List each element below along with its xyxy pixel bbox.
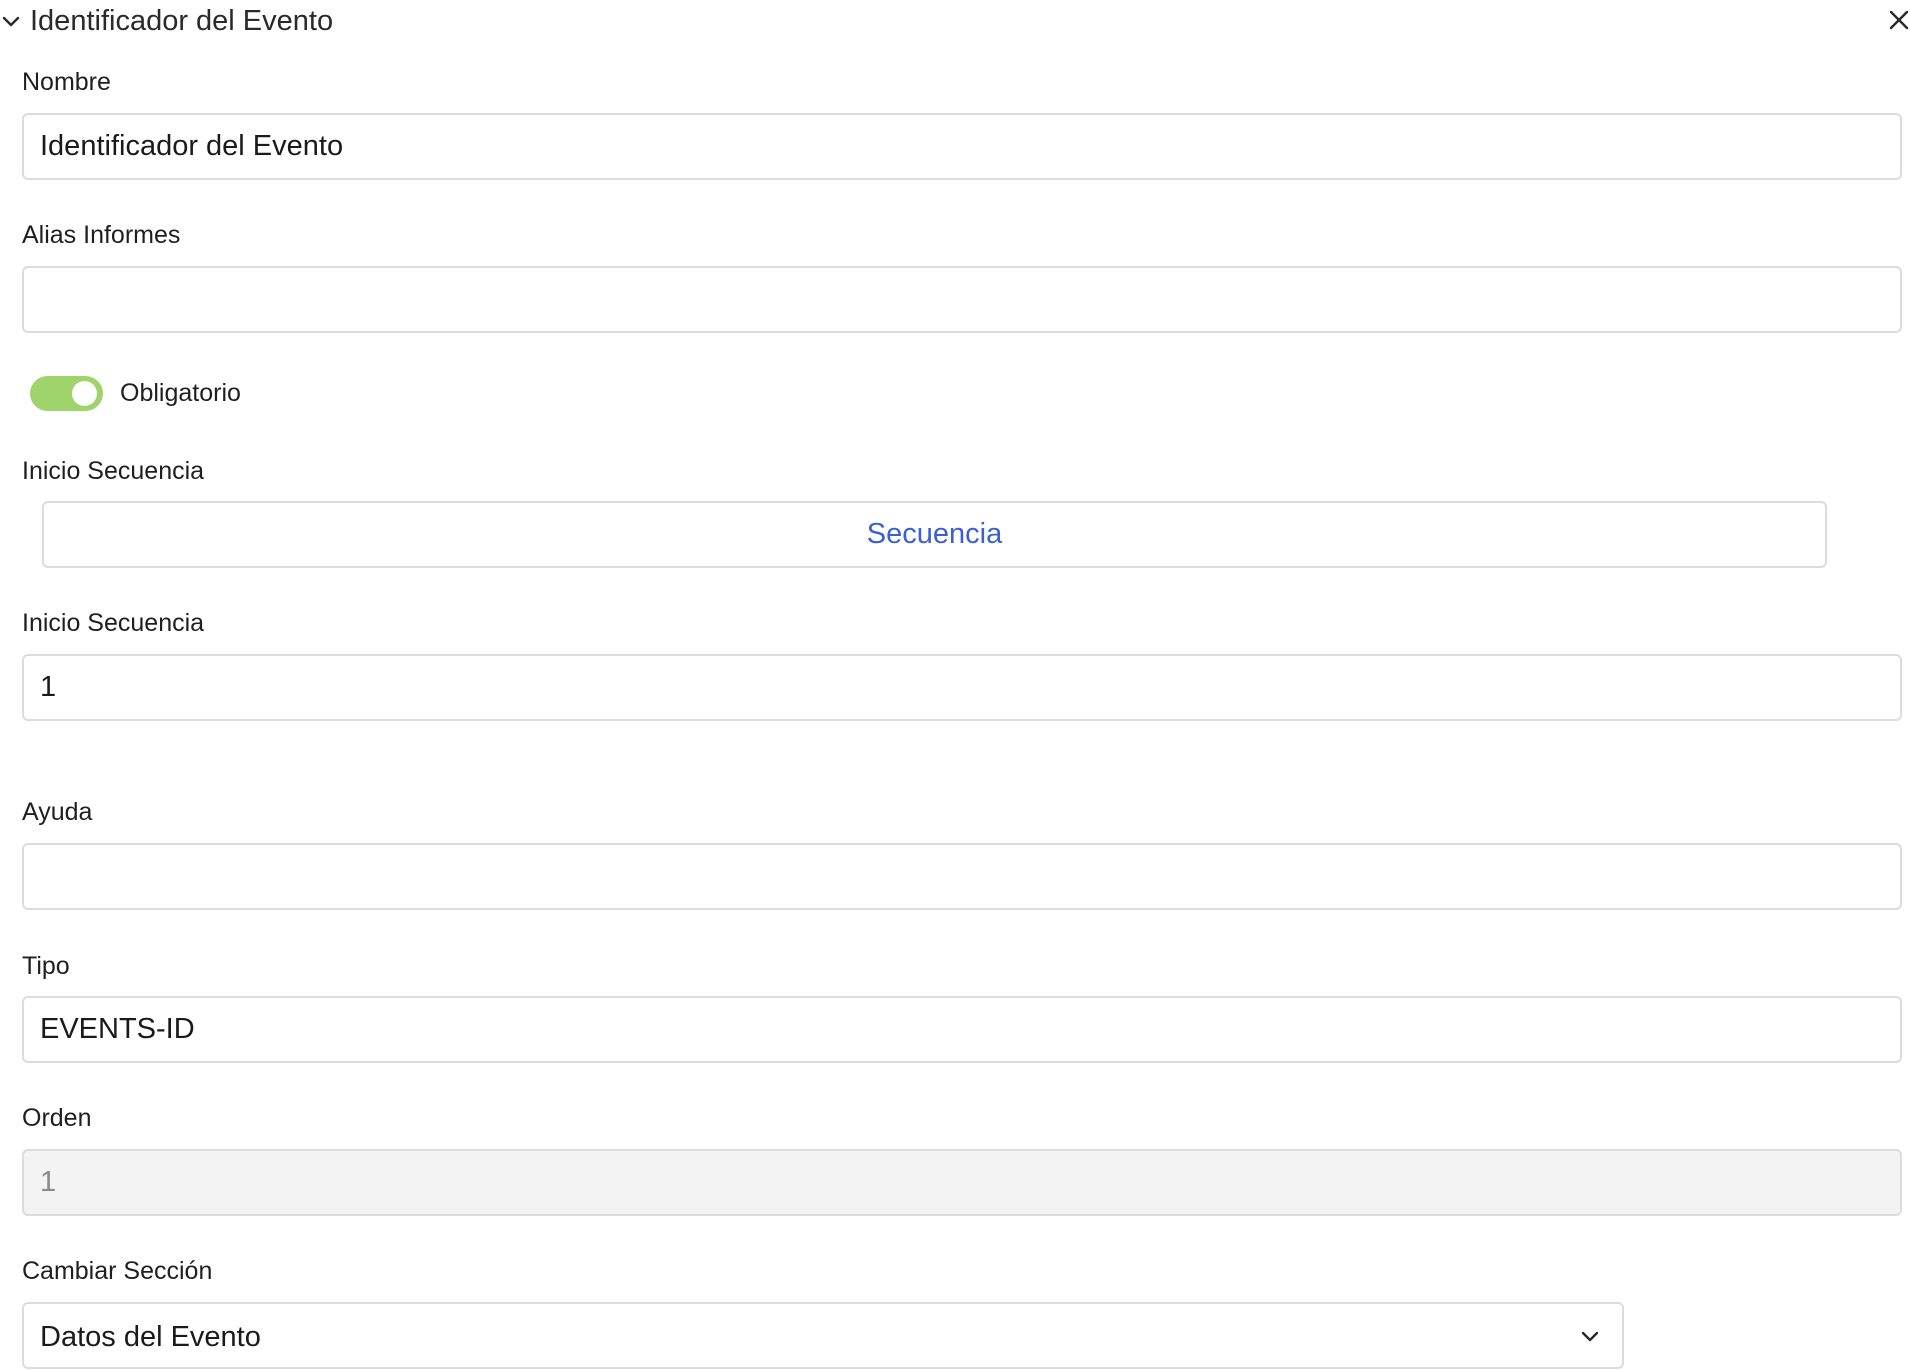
alias-informes-input[interactable] bbox=[22, 266, 1902, 333]
select-value: Datos del Evento bbox=[40, 1321, 261, 1353]
close-icon[interactable] bbox=[1889, 10, 1909, 30]
panel-header: Identificador del Evento bbox=[0, 0, 1910, 44]
ayuda-label: Ayuda bbox=[22, 798, 93, 826]
tipo-input[interactable] bbox=[22, 996, 1902, 1063]
ayuda-input[interactable] bbox=[22, 843, 1902, 910]
cambiar-seccion-select[interactable]: Datos del Evento bbox=[22, 1302, 1624, 1369]
panel-title: Identificador del Evento bbox=[30, 5, 334, 37]
toggle-knob bbox=[72, 381, 97, 406]
inicio-secuencia-label: Inicio Secuencia bbox=[22, 457, 205, 485]
obligatorio-toggle[interactable] bbox=[30, 376, 103, 411]
obligatorio-label: Obligatorio bbox=[120, 379, 241, 407]
tipo-label: Tipo bbox=[22, 952, 70, 980]
secuencia-button[interactable]: Secuencia bbox=[42, 501, 1827, 568]
nombre-label: Nombre bbox=[22, 68, 111, 96]
orden-label: Orden bbox=[22, 1104, 92, 1132]
orden-input bbox=[22, 1149, 1902, 1216]
alias-informes-label: Alias Informes bbox=[22, 221, 181, 249]
inicio-secuencia-input[interactable] bbox=[22, 654, 1902, 721]
cambiar-seccion-label: Cambiar Sección bbox=[22, 1257, 213, 1285]
field-properties-panel: Identificador del Evento Nombre Alias In… bbox=[0, 0, 1910, 1370]
chevron-down-icon bbox=[1580, 1327, 1600, 1347]
nombre-input[interactable] bbox=[22, 113, 1902, 180]
inicio-secuencia-value-label: Inicio Secuencia bbox=[22, 609, 205, 637]
chevron-down-icon[interactable] bbox=[2, 13, 20, 31]
